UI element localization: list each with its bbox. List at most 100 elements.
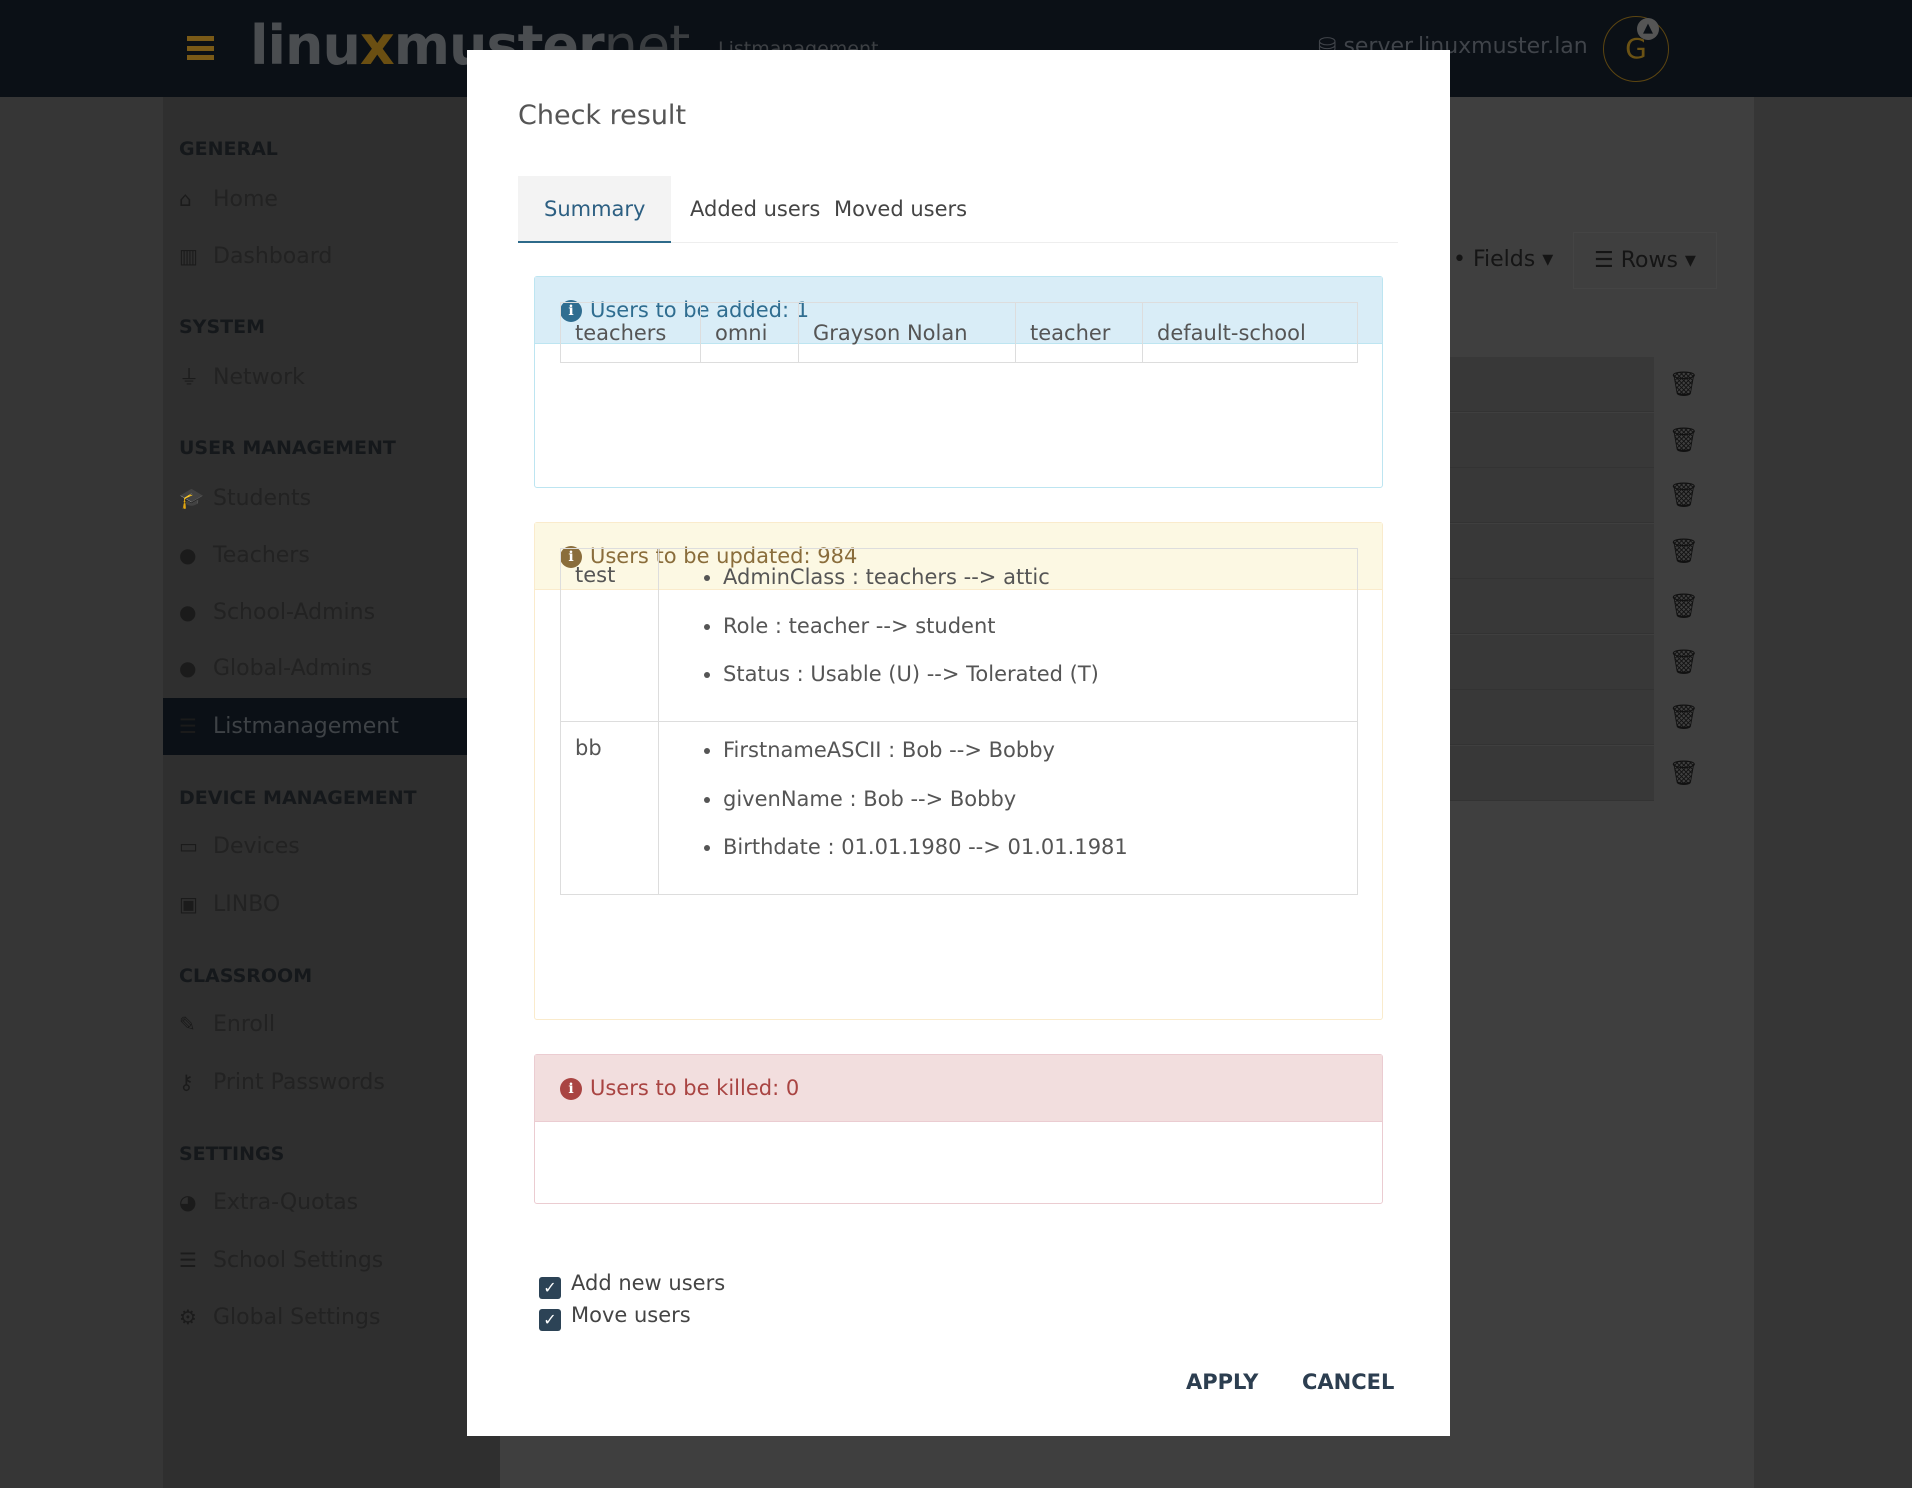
add-new-users-checkbox[interactable]: ✓ Add new users <box>539 1271 725 1299</box>
sidebar: GENERAL ⌂ Home ▥ Dashboard SYSTEM ⏚ Network USER… <box>163 97 500 1488</box>
added-users-panel: i Users to be added: 1 teachers omni Gray… <box>534 276 1383 488</box>
added-users-table: teachers omni Grayson Nolan teacher defa… <box>560 302 1358 363</box>
changes-cell: FirstnameASCII : Bob --> Bobby givenName… <box>658 721 1358 895</box>
tab-moved-users[interactable]: Moved users <box>808 176 993 243</box>
plug-icon: ⏚ <box>179 365 199 389</box>
sidebar-item-label: Global Settings <box>213 1305 381 1330</box>
updated-users-panel: iUsers to be updated: 984 test AdminClas… <box>534 522 1383 1020</box>
table-row: bb FirstnameASCII : Bob --> Bobby givenN… <box>560 721 1358 895</box>
sidebar-section-title: SETTINGS <box>179 1143 285 1165</box>
cell: teachers <box>560 302 701 363</box>
change-item: givenName : Bob --> Bobby <box>723 775 1357 824</box>
avatar[interactable]: G <box>1603 16 1669 82</box>
sidebar-item-teachers[interactable]: ● Teachers <box>163 535 467 575</box>
user-cell: bb <box>560 721 659 895</box>
sidebar-section-title: DEVICE MANAGEMENT <box>179 787 417 809</box>
sidebar-item-label: Network <box>213 365 305 390</box>
sidebar-section-title: SYSTEM <box>179 316 265 338</box>
sidebar-item-label: Listmanagement <box>213 714 399 739</box>
avatar-badge-icon: ▲ <box>1637 18 1659 40</box>
trash-icon[interactable]: 🗑 <box>1654 357 1714 412</box>
sidebar-item-label: School Settings <box>213 1248 384 1273</box>
trash-icon[interactable]: 🗑 <box>1654 745 1714 801</box>
sidebar-item-dashboard[interactable]: ▥ Dashboard <box>163 236 467 276</box>
sidebar-item-print-passwords[interactable]: ⚷ Print Passwords <box>163 1062 467 1102</box>
fields-label: Fields <box>1472 247 1536 272</box>
killed-users-panel: i Users to be killed: 0 <box>534 1054 1383 1204</box>
info-icon: i <box>560 1078 582 1100</box>
table-row: teachers omni Grayson Nolan teacher defa… <box>560 302 1358 363</box>
change-item: AdminClass : teachers --> attic <box>723 553 1357 602</box>
trash-icon[interactable]: 🗑 <box>1654 412 1714 468</box>
sidebar-item-label: Students <box>213 486 312 511</box>
trash-icon[interactable]: 🗑 <box>1654 579 1714 634</box>
sidebar-item-label: LINBO <box>213 892 281 917</box>
sidebar-item-enroll[interactable]: ✎ Enroll <box>163 1004 467 1044</box>
apply-button[interactable]: APPLY <box>1186 1370 1258 1394</box>
sidebar-item-label: Teachers <box>213 543 310 568</box>
sidebar-item-extra-quotas[interactable]: ◕ Extra-Quotas <box>163 1182 467 1222</box>
sidebar-item-school-settings[interactable]: ☰ School Settings <box>163 1240 467 1280</box>
dialog-title: Check result <box>518 100 687 131</box>
cancel-button[interactable]: CANCEL <box>1302 1370 1394 1394</box>
list-icon: ☰ <box>179 714 197 738</box>
sidebar-section-title: CLASSROOM <box>179 965 313 987</box>
killed-title: Users to be killed: 0 <box>590 1076 800 1100</box>
hamburger-menu-icon[interactable] <box>187 36 214 60</box>
edit-icon: ✎ <box>179 1012 196 1036</box>
check-icon: ✓ <box>539 1277 561 1299</box>
change-item: Role : teacher --> student <box>723 602 1357 651</box>
sidebar-item-label: Print Passwords <box>213 1070 385 1095</box>
rows-label: Rows <box>1620 248 1678 273</box>
change-item: Birthdate : 01.01.1980 --> 01.01.1981 <box>723 823 1357 872</box>
sidebar-item-label: Global-Admins <box>213 656 373 681</box>
change-item: Status : Usable (U) --> Tolerated (T) <box>723 650 1357 699</box>
user-ninja-icon: ● <box>179 600 197 624</box>
trash-icon[interactable]: 🗑 <box>1654 690 1714 745</box>
sidebar-item-label: Dashboard <box>213 244 333 269</box>
tab-summary[interactable]: Summary <box>518 176 672 243</box>
move-users-checkbox[interactable]: ✓ Move users <box>539 1303 691 1331</box>
sidebar-item-students[interactable]: 🎓 Students <box>163 478 467 518</box>
updated-users-table: test AdminClass : teachers --> attic Rol… <box>560 548 1358 895</box>
table-row: test AdminClass : teachers --> attic Rol… <box>560 548 1358 722</box>
graduation-icon: 🎓 <box>179 486 204 510</box>
checkbox-label: Move users <box>571 1303 691 1327</box>
change-item: FirstnameASCII : Bob --> Bobby <box>723 726 1357 775</box>
sidebar-item-home[interactable]: ⌂ Home <box>163 179 467 219</box>
sidebar-item-listmanagement[interactable]: ☰ Listmanagement <box>163 698 467 755</box>
sidebar-item-global-settings[interactable]: ⚙ Global Settings <box>163 1297 467 1337</box>
sidebar-section-title: USER MANAGEMENT <box>179 437 396 459</box>
trash-icon[interactable]: 🗑 <box>1654 468 1714 523</box>
user-icon: ● <box>179 543 197 567</box>
laptop-icon: ▭ <box>179 834 198 858</box>
sidebar-item-label: Extra-Quotas <box>213 1190 359 1215</box>
changes-cell: AdminClass : teachers --> attic Role : t… <box>658 548 1358 722</box>
checkbox-label: Add new users <box>571 1271 726 1295</box>
sidebar-item-label: School-Admins <box>213 600 376 625</box>
cell: teacher <box>1015 302 1143 363</box>
check-icon: ✓ <box>539 1309 561 1331</box>
cell: default-school <box>1142 302 1358 363</box>
rows-button[interactable]: ☰ Rows ▾ <box>1573 232 1717 289</box>
sidebar-item-global-admins[interactable]: ● Global-Admins <box>163 648 467 688</box>
sidebar-item-label: Home <box>213 187 278 212</box>
sidebar-item-label: Enroll <box>213 1012 276 1037</box>
user-cell: test <box>560 548 659 722</box>
trash-icon[interactable]: 🗑 <box>1654 634 1714 690</box>
sliders-icon: ☰ <box>179 1248 197 1272</box>
sidebar-item-network[interactable]: ⏚ Network <box>163 357 467 397</box>
sidebar-item-devices[interactable]: ▭ Devices <box>163 826 467 866</box>
sidebar-section-title: GENERAL <box>179 138 278 160</box>
tab-bar: Summary Added users Moved users <box>518 176 1398 243</box>
pie-icon: ◕ <box>179 1190 197 1214</box>
home-icon: ⌂ <box>179 187 192 211</box>
chart-icon: ▥ <box>179 244 198 268</box>
trash-icon[interactable]: 🗑 <box>1654 523 1714 579</box>
sidebar-item-linbo[interactable]: ▣ LINBO <box>163 884 467 924</box>
panel-heading: i Users to be killed: 0 <box>535 1055 1382 1122</box>
key-icon: ⚷ <box>179 1070 194 1094</box>
cell: Grayson Nolan <box>798 302 1016 363</box>
linbo-icon: ▣ <box>179 892 198 916</box>
sidebar-item-school-admins[interactable]: ● School-Admins <box>163 592 467 632</box>
